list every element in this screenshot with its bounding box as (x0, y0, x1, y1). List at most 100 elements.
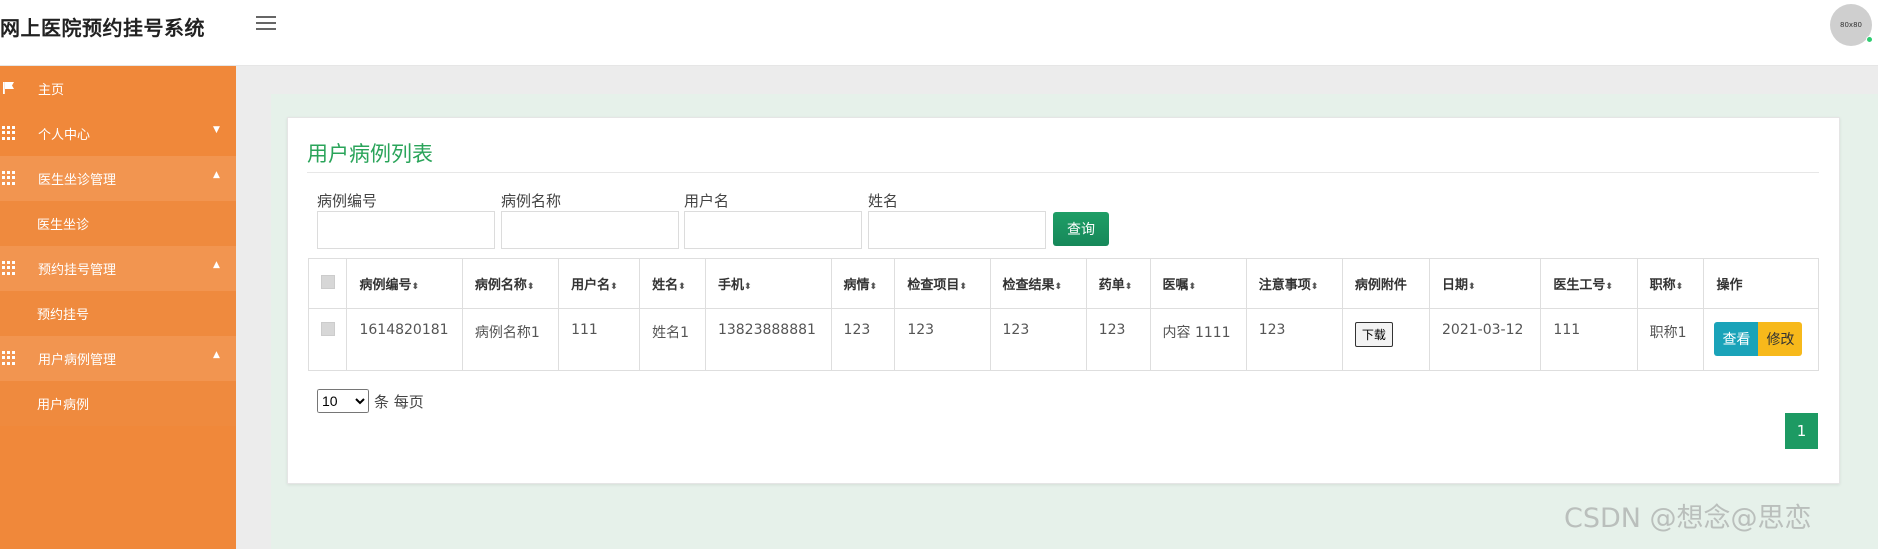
sidebar-item-home[interactable]: 主页 (0, 66, 236, 111)
sidebar-item-case-management[interactable]: 用户病例管理 ▲ (0, 336, 236, 381)
column-header[interactable]: 检查项目⬍ (894, 258, 991, 309)
sidebar-item-label: 主页 (38, 83, 65, 98)
select-all-checkbox[interactable] (321, 274, 335, 289)
column-header[interactable]: 注意事项⬍ (1245, 258, 1343, 309)
search-label-name: 姓名 (868, 192, 899, 210)
actions-cell: 查看 修改 (1703, 308, 1819, 371)
grid-icon (2, 126, 16, 140)
chevron-up-icon: ▲ (213, 260, 220, 270)
table-cell: 123 (989, 308, 1087, 371)
search-label-case-number: 病例编号 (317, 192, 378, 210)
sort-icon[interactable]: ⬍ (411, 282, 419, 292)
sidebar-item-appointment[interactable]: 预约挂号 (0, 291, 236, 336)
table-cell: 1614820181 (346, 308, 463, 371)
column-header[interactable]: 日期⬍ (1429, 258, 1542, 309)
sort-icon[interactable]: ⬍ (1189, 282, 1197, 292)
table-cell: 病例名称1 (461, 308, 560, 371)
column-header[interactable]: 病例编号⬍ (346, 258, 463, 309)
column-header[interactable]: 检查结果⬍ (989, 258, 1087, 309)
row-checkbox[interactable] (321, 322, 335, 336)
chevron-up-icon: ▲ (213, 350, 220, 360)
column-header[interactable]: 职称⬍ (1636, 258, 1705, 309)
sort-icon[interactable]: ⬍ (1055, 282, 1063, 292)
sidebar-item-doctor-schedule[interactable]: 医生坐诊 (0, 201, 236, 246)
column-header[interactable]: 病情⬍ (830, 258, 896, 309)
sidebar-item-label: 医生坐诊管理 (38, 173, 117, 188)
watermark: CSDN @想念@思恋 (1564, 503, 1812, 534)
sidebar: 主页 个人中心 ▼ 医生坐诊管理 ▲ 医生坐诊 预约挂号管理 ▲ 预约挂号 用户… (0, 66, 236, 549)
search-label-case-name: 病例名称 (501, 192, 562, 210)
table-cell: 123 (1245, 308, 1343, 371)
column-header: 操作 (1703, 258, 1819, 309)
username-input[interactable] (684, 211, 862, 249)
search-button[interactable]: 查询 (1053, 212, 1109, 246)
column-header: 病例附件 (1341, 258, 1431, 309)
sort-icon[interactable]: ⬍ (959, 282, 967, 292)
sort-icon[interactable]: ⬍ (1311, 282, 1319, 292)
table-header-row: 病例编号⬍ 病例名称⬍ 用户名⬍ 姓名⬍ 手机⬍ 病情⬍ 检查项目⬍ 检查结果⬍… (307, 258, 1819, 309)
grid-icon (2, 351, 16, 365)
top-header: 网上医院预约挂号系统 80x80 (0, 0, 1878, 66)
sort-icon[interactable]: ⬍ (678, 282, 686, 292)
column-header[interactable]: 用户名⬍ (558, 258, 641, 309)
grid-icon (2, 261, 16, 275)
sidebar-item-label: 用户病例管理 (38, 353, 117, 368)
table-cell: 111 (558, 308, 641, 371)
select-all-checkbox-cell[interactable] (307, 258, 348, 309)
hamburger-menu-icon[interactable] (256, 16, 276, 32)
sort-icon[interactable]: ⬍ (1468, 282, 1476, 292)
sort-icon[interactable]: ⬍ (1676, 282, 1684, 292)
chevron-up-icon: ▲ (213, 170, 220, 180)
sort-icon[interactable]: ⬍ (610, 282, 618, 292)
sort-icon[interactable]: ⬍ (1605, 282, 1613, 292)
pagination-page-1[interactable]: 1 (1785, 413, 1818, 449)
divider (307, 172, 1819, 173)
table-cell: 123 (830, 308, 896, 371)
sidebar-item-doctor-schedule-management[interactable]: 医生坐诊管理 ▲ (0, 156, 236, 201)
view-button[interactable]: 查看 (1714, 322, 1759, 356)
sidebar-item-label: 医生坐诊 (37, 218, 90, 233)
column-header[interactable]: 姓名⬍ (639, 258, 706, 309)
search-label-username: 用户名 (684, 192, 730, 210)
sidebar-item-user-cases[interactable]: 用户病例 (0, 381, 236, 426)
sidebar-item-label: 预约挂号管理 (38, 263, 117, 278)
column-header[interactable]: 病例名称⬍ (461, 258, 560, 309)
table-cell: 123 (894, 308, 991, 371)
sort-icon[interactable]: ⬍ (744, 282, 752, 292)
grid-icon (2, 171, 16, 185)
table-cell: 13823888881 (704, 308, 832, 371)
page-size-control: 10 条 每页 (317, 389, 424, 413)
table-cell: 111 (1540, 308, 1638, 371)
table-cell: 内容 1111 (1149, 308, 1247, 371)
table-cell: 职称1 (1636, 308, 1705, 371)
sort-icon[interactable]: ⬍ (870, 282, 878, 292)
column-header[interactable]: 药单⬍ (1085, 258, 1151, 309)
table-cell: 2021-03-12 (1429, 308, 1542, 371)
sidebar-item-appointment-management[interactable]: 预约挂号管理 ▲ (0, 246, 236, 291)
table-cell: 姓名1 (639, 308, 706, 371)
online-status-dot (1866, 36, 1873, 43)
edit-button[interactable]: 修改 (1758, 322, 1803, 356)
case-number-input[interactable] (317, 211, 495, 249)
page-size-select[interactable]: 10 (317, 389, 369, 413)
sort-icon[interactable]: ⬍ (1125, 282, 1133, 292)
column-header[interactable]: 医嘱⬍ (1149, 258, 1247, 309)
case-list-card: 用户病例列表 病例编号 病例名称 用户名 姓名 查询 病例编号⬍ 病例名称⬍ 用… (287, 117, 1840, 484)
column-header[interactable]: 医生工号⬍ (1540, 258, 1638, 309)
sidebar-item-personal-center[interactable]: 个人中心 ▼ (0, 111, 236, 156)
attachment-cell: 下载 (1341, 308, 1431, 371)
table-cell: 123 (1085, 308, 1151, 371)
column-header[interactable]: 手机⬍ (704, 258, 832, 309)
case-table: 病例编号⬍ 病例名称⬍ 用户名⬍ 姓名⬍ 手机⬍ 病情⬍ 检查项目⬍ 检查结果⬍… (307, 258, 1819, 371)
page-title: 用户病例列表 (307, 142, 433, 166)
sort-icon[interactable]: ⬍ (527, 282, 535, 292)
sidebar-item-label: 个人中心 (38, 128, 91, 143)
name-input[interactable] (868, 211, 1046, 249)
page-size-suffix: 条 每页 (374, 392, 424, 411)
app-title: 网上医院预约挂号系统 (0, 16, 205, 40)
flag-icon (3, 82, 14, 94)
table-row: 1614820181 病例名称1 111 姓名1 13823888881 123… (307, 308, 1819, 371)
download-button[interactable]: 下载 (1354, 322, 1393, 347)
case-name-input[interactable] (501, 211, 679, 249)
row-checkbox-cell[interactable] (307, 308, 348, 371)
